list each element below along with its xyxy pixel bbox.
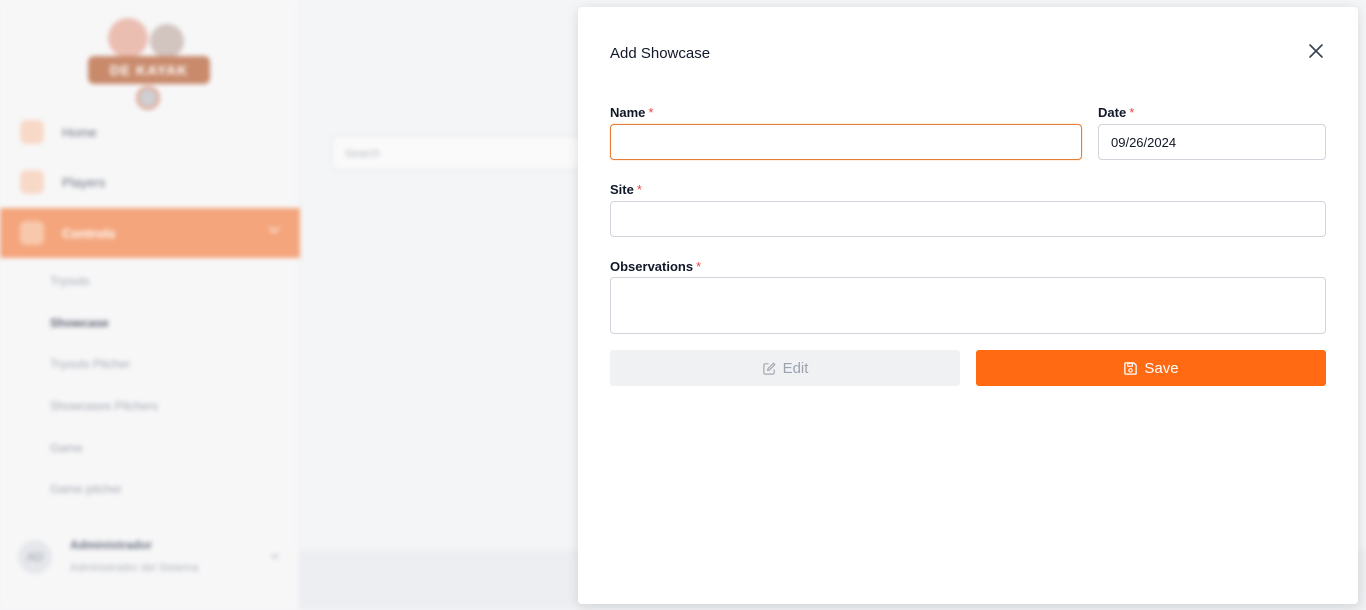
required-mark: * (648, 105, 654, 120)
observations-textarea[interactable] (610, 277, 1326, 334)
save-button-label: Save (1144, 359, 1179, 377)
close-button[interactable] (1304, 39, 1328, 63)
edit-button[interactable]: Edit (610, 350, 960, 386)
submenu-item-game-pitcher[interactable]: Game pitcher (50, 482, 122, 496)
submenu-item-showcases-pitchers[interactable]: Showcases Pitchers (50, 399, 158, 413)
close-icon (1309, 44, 1323, 58)
calendar-icon (20, 221, 44, 245)
name-label-text: Name (610, 105, 646, 120)
required-mark: * (1129, 105, 1135, 120)
home-plate-icon (136, 86, 160, 110)
chevron-down-icon (268, 222, 280, 234)
name-input[interactable] (610, 124, 1082, 160)
players-icon (20, 170, 44, 194)
chevron-down-icon (270, 550, 280, 560)
sidebar-item-label: Controls (62, 225, 116, 241)
submenu-item-tryouts[interactable]: Tryouts (50, 274, 90, 288)
sidebar-item-controls[interactable]: Controls (0, 208, 300, 258)
modal-title: Add Showcase (610, 45, 711, 62)
user-role: Administrador del Sistema (70, 562, 199, 574)
background-search-input[interactable]: Search (332, 136, 592, 170)
brand-logo: DE KAYAK (86, 14, 212, 114)
submenu-item-showcase[interactable]: Showcase (50, 316, 109, 330)
site-input[interactable] (610, 201, 1326, 237)
submenu-item-tryouts-pitcher[interactable]: Tryouts Pitcher (50, 357, 130, 371)
sidebar-item-label: Players (62, 174, 106, 190)
submenu-item-game[interactable]: Game (50, 441, 83, 455)
user-name: Administrador (70, 538, 153, 552)
site-label-text: Site (610, 182, 634, 197)
pencil-square-icon (762, 362, 776, 375)
required-mark: * (696, 259, 702, 274)
sidebar-item-players[interactable]: Players (0, 160, 300, 204)
logo-banner: DE KAYAK (88, 56, 210, 84)
site-label: Site * (610, 182, 642, 197)
baseball-icon (108, 18, 148, 58)
ball-icon (150, 24, 184, 58)
edit-button-label: Edit (782, 359, 809, 377)
user-menu[interactable]: AD Administrador Administrador del Siste… (18, 536, 288, 580)
add-showcase-modal: Add Showcase Name* Date* Site* Observati… (578, 7, 1358, 604)
name-label: Name * (610, 105, 653, 120)
sidebar-item-label: Home (62, 124, 97, 140)
observations-label: Observations * (610, 259, 701, 274)
date-label: Date * (1098, 105, 1134, 120)
date-label-text: Date (1098, 105, 1127, 120)
save-button[interactable]: Save (976, 350, 1326, 386)
sidebar-item-home[interactable]: Home (0, 110, 300, 154)
observations-label-text: Observations (610, 259, 694, 274)
home-icon (20, 120, 44, 144)
date-input[interactable] (1098, 124, 1326, 160)
required-mark: * (636, 182, 642, 197)
sidebar: DE KAYAK Home Players Controls Tryouts S… (0, 0, 300, 610)
avatar: AD (18, 540, 52, 574)
floppy-disk-icon (1124, 361, 1138, 375)
